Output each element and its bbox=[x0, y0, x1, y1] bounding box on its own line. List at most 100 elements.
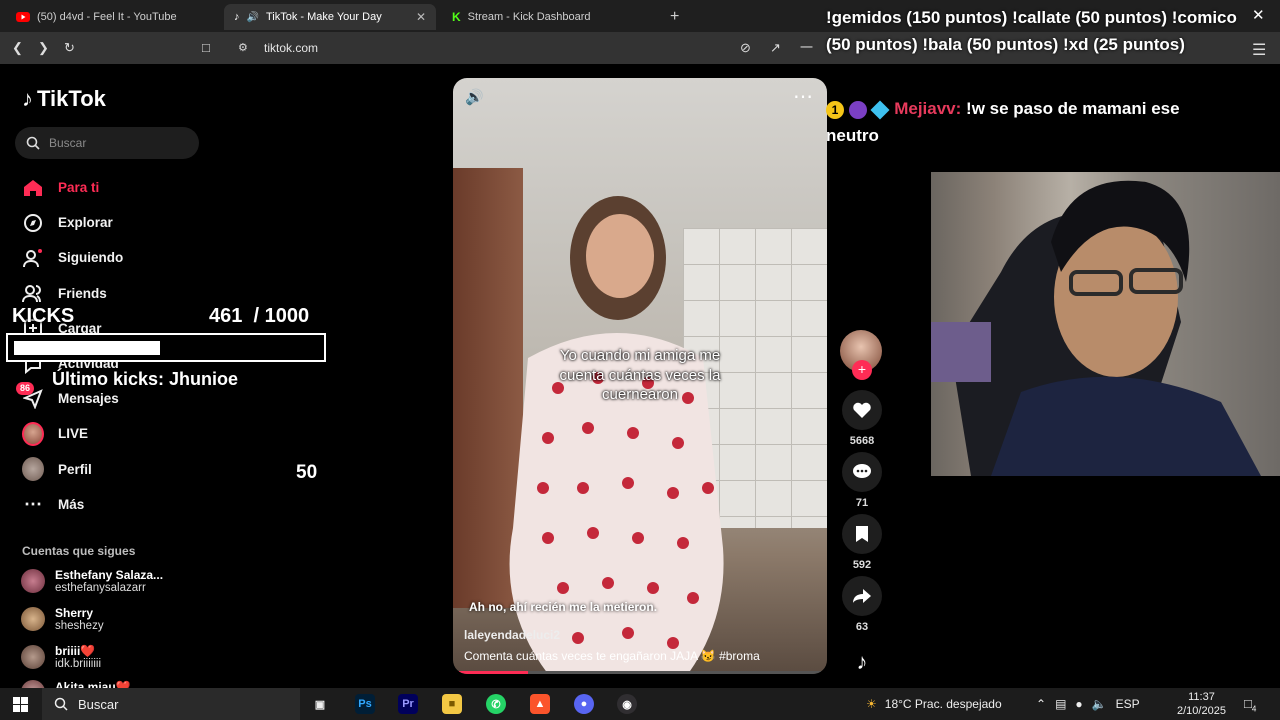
following-account[interactable]: Esthefany Salaza... esthefanysalazarr bbox=[21, 568, 163, 594]
taskbar-search-label: Buscar bbox=[78, 696, 119, 712]
weather-widget[interactable]: ☀ 18°C Prac. despejado bbox=[866, 688, 1002, 720]
video-description: Comenta cuántas veces te engañaron JAJA … bbox=[464, 649, 760, 663]
badge-icon bbox=[870, 99, 891, 120]
account-name: Sherry bbox=[55, 606, 94, 620]
forward-icon[interactable]: ❯ bbox=[38, 40, 49, 56]
weather-icon: ☀ bbox=[866, 697, 877, 711]
nav-mas[interactable]: ⋯ Más bbox=[22, 487, 123, 522]
obs-icon[interactable]: ◉ bbox=[617, 694, 637, 714]
taskbar-search[interactable]: Buscar bbox=[42, 688, 300, 720]
account-name: Esthefany Salaza... bbox=[55, 568, 164, 582]
following-account[interactable]: Akita miau❤️ bbox=[21, 680, 131, 688]
volume-icon[interactable]: 🔊 bbox=[465, 88, 484, 106]
tab-tiktok[interactable]: ♪ 🔊 TikTok - Make Your Day ✕ bbox=[224, 4, 436, 30]
avatar bbox=[21, 607, 45, 631]
chat-message: 1 Mejiavv: !w se paso de mamani ese neut… bbox=[826, 95, 1226, 149]
network-icon[interactable]: ▤ bbox=[1055, 697, 1066, 711]
search-placeholder: Buscar bbox=[49, 136, 87, 150]
logo-text: TikTok bbox=[37, 86, 106, 111]
mute-icon[interactable]: ⊘ bbox=[740, 40, 751, 56]
tab-youtube[interactable]: (50) d4vd - Feel It - YouTube bbox=[6, 4, 220, 30]
brave-icon[interactable]: ▲ bbox=[530, 694, 550, 714]
save-button[interactable]: 592 bbox=[840, 514, 884, 571]
tab-title: Stream - Kick Dashboard bbox=[467, 11, 591, 23]
share-button[interactable]: 63 bbox=[840, 576, 884, 633]
task-view-icon[interactable]: ▣ bbox=[310, 694, 330, 714]
video-progress-bar[interactable] bbox=[459, 671, 821, 674]
nav-para-ti[interactable]: Para ti bbox=[22, 170, 123, 205]
webcam-person bbox=[931, 180, 1261, 476]
comment-icon bbox=[853, 464, 871, 478]
nav-label: LIVE bbox=[58, 426, 89, 442]
kicks-label: KICKS bbox=[12, 305, 75, 327]
nav-siguiendo[interactable]: Siguiendo bbox=[22, 240, 123, 275]
address-bar[interactable]: tiktok.com bbox=[264, 41, 318, 55]
nav-label: Más bbox=[58, 496, 85, 512]
clock-date: 2/10/2025 bbox=[1177, 705, 1226, 717]
nav-live[interactable]: LIVE bbox=[22, 416, 123, 451]
windows-start-icon[interactable] bbox=[13, 697, 28, 712]
account-handle: idk.briiiiiii bbox=[55, 658, 102, 670]
windows-taskbar: Buscar ▣ Ps Pr ■ ✆ ▲ ● ◉ ☀ 18°C Prac. de… bbox=[0, 688, 1280, 720]
close-window-icon[interactable]: ✕ bbox=[1252, 6, 1265, 24]
nav-label: Explorar bbox=[58, 215, 113, 231]
sound-disc[interactable]: ♪ bbox=[840, 642, 884, 682]
menu-icon[interactable]: ☰ bbox=[1252, 40, 1266, 60]
like-count: 5668 bbox=[849, 435, 875, 447]
nav-perfil[interactable]: Perfil bbox=[22, 452, 123, 487]
following-title: Cuentas que sigues bbox=[22, 544, 136, 558]
photoshop-icon[interactable]: Ps bbox=[355, 694, 375, 714]
like-button[interactable]: 5668 bbox=[840, 390, 884, 447]
tiktok-logo[interactable]: ♪ TikTok bbox=[22, 86, 106, 112]
speaker-icon[interactable]: 🔈 bbox=[1092, 697, 1107, 711]
premiere-icon[interactable]: Pr bbox=[398, 694, 418, 714]
video-caption: Yo cuando mi amiga me cuenta cuántas vec… bbox=[559, 347, 721, 403]
reload-icon[interactable]: ↻ bbox=[64, 40, 75, 56]
system-tray: ⌃ ▤ ● 🔈 ESP bbox=[1036, 688, 1140, 720]
following-account[interactable]: Sherry sheshezy bbox=[21, 606, 104, 632]
video-subcaption: Ah no, ahí recién me la metieron. bbox=[469, 600, 658, 614]
chat-username[interactable]: Mejiavv: bbox=[894, 99, 961, 118]
search-input[interactable]: Buscar bbox=[15, 127, 199, 159]
tab-kick[interactable]: K Stream - Kick Dashboard bbox=[442, 4, 658, 30]
share-count: 63 bbox=[855, 621, 869, 633]
tab-audio-icon[interactable]: 🔊 bbox=[247, 12, 259, 23]
site-settings-icon[interactable]: ⚙ bbox=[238, 40, 248, 56]
video-player[interactable]: 🔊 ⋯ Yo cuando mi amiga me cuenta cuántas… bbox=[453, 78, 827, 674]
kick-icon: K bbox=[452, 10, 461, 24]
account-handle: sheshezy bbox=[55, 620, 104, 632]
clock-time: 11:37 bbox=[1188, 691, 1215, 703]
discord-icon[interactable]: ● bbox=[574, 694, 594, 714]
last-kicks: Último kicks: Jhunioe bbox=[52, 369, 239, 389]
tab-title: (50) d4vd - Feel It - YouTube bbox=[37, 11, 177, 23]
comment-button[interactable]: 71 bbox=[840, 452, 884, 509]
share-icon bbox=[853, 589, 871, 603]
open-external-icon[interactable]: ↗ bbox=[770, 40, 781, 56]
notifications-count: 4 bbox=[1251, 704, 1257, 714]
new-tab-button[interactable]: + bbox=[660, 4, 688, 30]
badge-icon bbox=[848, 100, 867, 119]
nav-explorar[interactable]: Explorar bbox=[22, 205, 123, 240]
home-icon bbox=[22, 177, 44, 199]
back-icon[interactable]: ❮ bbox=[12, 40, 23, 56]
video-username[interactable]: laleyendadeluci2 bbox=[464, 628, 560, 642]
compass-icon bbox=[22, 212, 44, 234]
follow-plus-icon[interactable]: + bbox=[852, 360, 872, 380]
file-explorer-icon[interactable]: ■ bbox=[442, 694, 462, 714]
microphone-icon[interactable]: ● bbox=[1075, 697, 1082, 711]
tiktok-music-icon: ♪ bbox=[856, 649, 868, 674]
clock[interactable]: 11:37 2/10/2025 bbox=[1177, 690, 1226, 718]
whatsapp-icon[interactable]: ✆ bbox=[486, 694, 506, 714]
notifications-icon[interactable]: □4 bbox=[1244, 696, 1256, 714]
avatar bbox=[21, 680, 45, 688]
tiktok-icon: ♪ bbox=[234, 11, 240, 23]
messages-icon: 86 bbox=[16, 381, 44, 410]
following-account[interactable]: briiii❤️ idk.briiiiiii bbox=[21, 644, 101, 670]
translate-icon[interactable]: 一 bbox=[800, 40, 813, 56]
more-options-icon[interactable]: ⋯ bbox=[793, 84, 813, 109]
language-indicator[interactable]: ESP bbox=[1116, 697, 1140, 711]
chevron-up-icon[interactable]: ⌃ bbox=[1036, 697, 1046, 711]
bookmark-icon[interactable]: □ bbox=[202, 40, 210, 56]
close-tab-icon[interactable]: ✕ bbox=[416, 10, 426, 24]
bookmark-icon bbox=[856, 526, 868, 542]
